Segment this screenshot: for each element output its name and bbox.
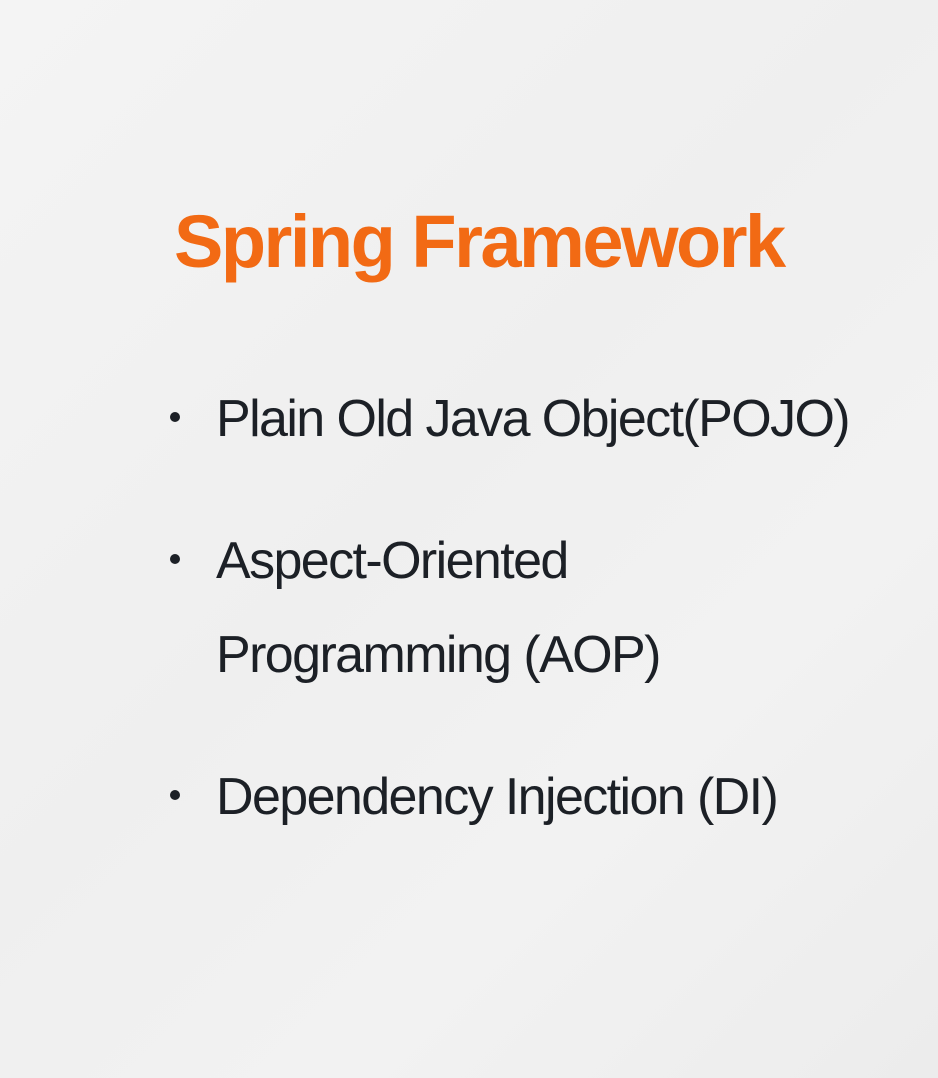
slide: Spring Framework Plain Old Java Object(P… bbox=[0, 0, 938, 1078]
bullet-item-pojo: Plain Old Java Object(POJO) bbox=[164, 372, 904, 466]
bullet-item-di: Dependency Injection (DI) bbox=[164, 750, 904, 844]
bullet-item-aop: Aspect-Oriented Programming (AOP) bbox=[164, 514, 686, 702]
slide-title: Spring Framework bbox=[174, 200, 786, 283]
bullet-dot-icon bbox=[170, 790, 180, 800]
bullet-dot-icon bbox=[170, 412, 180, 422]
bullet-text: Plain Old Java Object(POJO) bbox=[216, 390, 851, 448]
bullet-text: Aspect-Oriented Programming (AOP) bbox=[216, 532, 661, 684]
bullet-list: Plain Old Java Object(POJO) Aspect-Orien… bbox=[164, 372, 904, 892]
bullet-text: Dependency Injection (DI) bbox=[216, 768, 779, 826]
bullet-dot-icon bbox=[170, 554, 180, 564]
